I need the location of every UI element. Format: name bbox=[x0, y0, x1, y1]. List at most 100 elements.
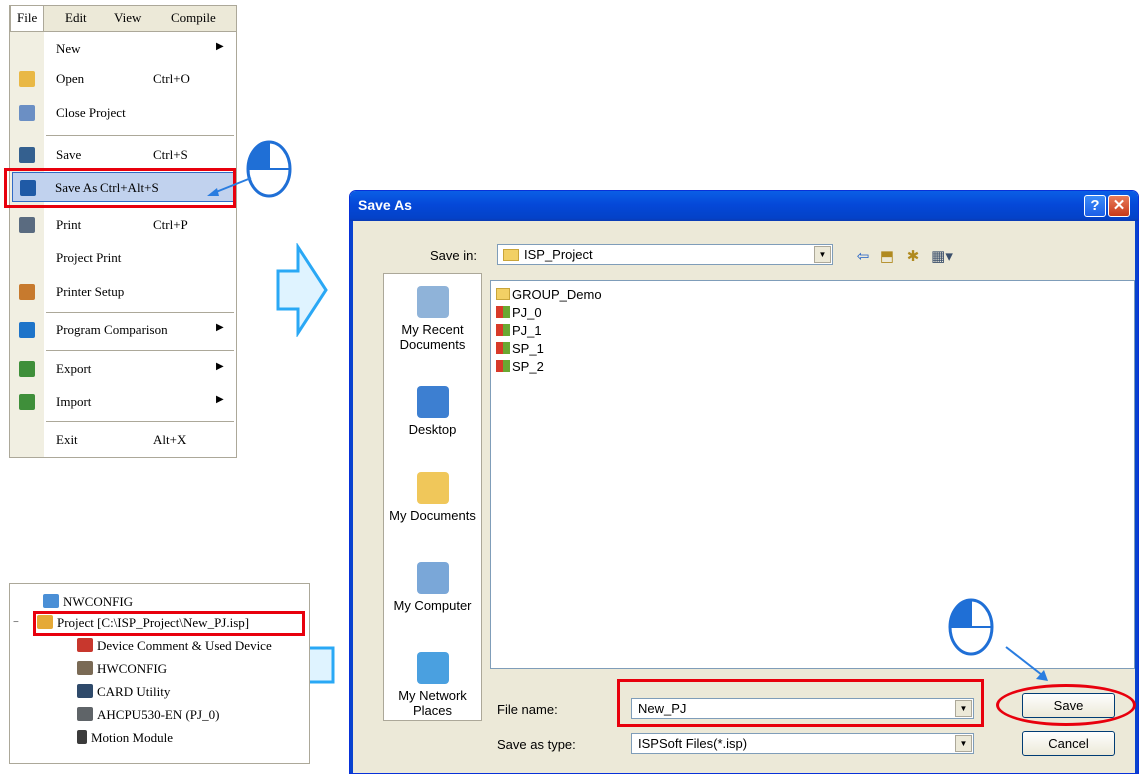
tree-node-motion-module[interactable]: Motion Module bbox=[77, 730, 173, 746]
places-bar: My Recent Documents Desktop My Documents… bbox=[383, 273, 482, 721]
help-button[interactable]: ? bbox=[1084, 195, 1106, 217]
tree-node-device-comment[interactable]: Device Comment & Used Device bbox=[77, 638, 272, 654]
cancel-button[interactable]: Cancel bbox=[1022, 731, 1115, 756]
new-folder-icon[interactable]: ✱ bbox=[903, 248, 923, 266]
menu-item-label: Print bbox=[56, 217, 82, 232]
menu-item-shortcut: Alt+X bbox=[153, 432, 187, 447]
place-my-computer[interactable]: My Computer bbox=[384, 562, 481, 613]
menu-item-open[interactable]: Open Ctrl+O bbox=[10, 64, 236, 94]
place-my-network-places[interactable]: My Network Places bbox=[384, 652, 481, 718]
file-item-project[interactable]: SP_1 bbox=[496, 341, 544, 356]
network-config-icon bbox=[43, 594, 59, 608]
place-desktop[interactable]: Desktop bbox=[384, 386, 481, 437]
file-name-highlight-box bbox=[617, 679, 984, 727]
menu-edit[interactable]: Edit bbox=[65, 10, 87, 26]
card-utility-icon bbox=[77, 684, 93, 698]
project-file-icon bbox=[496, 360, 510, 372]
menu-item-label: Project Print bbox=[56, 250, 122, 265]
file-name: PJ_0 bbox=[512, 305, 542, 320]
menu-item-export[interactable]: Export ▶ bbox=[10, 354, 236, 384]
tree-collapse-toggle[interactable]: − bbox=[13, 617, 19, 628]
submenu-arrow-icon: ▶ bbox=[216, 361, 224, 372]
menu-item-label: Close Project bbox=[56, 105, 126, 120]
place-my-recent-documents[interactable]: My Recent Documents bbox=[384, 286, 481, 352]
menu-item-new[interactable]: New ▶ bbox=[10, 34, 236, 64]
file-item-project[interactable]: PJ_1 bbox=[496, 323, 542, 338]
file-item-project[interactable]: PJ_0 bbox=[496, 305, 542, 320]
file-item-project[interactable]: SP_2 bbox=[496, 359, 544, 374]
place-label: Desktop bbox=[408, 422, 457, 437]
tree-node-nwconfig[interactable]: NWCONFIG bbox=[43, 594, 133, 610]
save-button-highlight-ellipse bbox=[996, 684, 1136, 726]
device-comment-icon bbox=[77, 638, 93, 652]
menu-item-label: Exit bbox=[56, 432, 78, 447]
tree-node-hwconfig[interactable]: HWCONFIG bbox=[77, 661, 167, 677]
menu-item-printer-setup[interactable]: Printer Setup bbox=[10, 277, 236, 307]
save-as-type-dropdown[interactable]: ISPSoft Files(*.isp) ▼ bbox=[631, 733, 974, 754]
chevron-down-icon[interactable]: ▼ bbox=[814, 246, 831, 263]
menu-view[interactable]: View bbox=[114, 10, 141, 26]
folder-icon bbox=[503, 249, 519, 261]
close-project-icon bbox=[19, 105, 35, 121]
motion-module-icon bbox=[77, 730, 87, 744]
printer-setup-icon bbox=[19, 284, 35, 300]
pointer-arrow-icon bbox=[207, 177, 252, 196]
export-icon bbox=[19, 361, 35, 377]
menu-item-label: Printer Setup bbox=[56, 284, 125, 299]
tree-node-label: AHCPU530-EN (PJ_0) bbox=[97, 707, 220, 722]
menu-separator bbox=[46, 350, 234, 351]
menu-separator bbox=[46, 421, 234, 422]
hardware-config-icon bbox=[77, 661, 93, 675]
project-file-icon bbox=[496, 306, 510, 318]
tree-node-card-utility[interactable]: CARD Utility bbox=[77, 684, 170, 700]
file-name: PJ_1 bbox=[512, 323, 542, 338]
menu-file[interactable]: File bbox=[10, 5, 45, 33]
menu-item-exit[interactable]: Exit Alt+X bbox=[10, 425, 236, 455]
flow-arrow-right-icon bbox=[276, 243, 328, 337]
tree-node-cpu[interactable]: AHCPU530-EN (PJ_0) bbox=[77, 707, 219, 723]
menu-item-project-print[interactable]: Project Print bbox=[10, 243, 236, 273]
menu-item-shortcut: Ctrl+P bbox=[153, 217, 188, 232]
submenu-arrow-icon: ▶ bbox=[216, 41, 224, 52]
menu-item-label: Import bbox=[56, 394, 92, 409]
chevron-down-icon[interactable]: ▼ bbox=[955, 735, 972, 752]
save-as-type-label: Save as type: bbox=[497, 737, 576, 752]
submenu-arrow-icon: ▶ bbox=[216, 394, 224, 405]
place-label: My Documents bbox=[389, 508, 476, 523]
menu-item-shortcut: Ctrl+O bbox=[153, 71, 190, 86]
save-as-highlight-box bbox=[4, 168, 236, 208]
folder-icon bbox=[496, 288, 510, 300]
menu-item-close-project[interactable]: Close Project bbox=[10, 98, 236, 128]
my-documents-icon bbox=[416, 472, 449, 504]
save-in-dropdown[interactable]: ISP_Project ▼ bbox=[497, 244, 833, 265]
cpu-icon bbox=[77, 707, 93, 721]
network-places-icon bbox=[416, 652, 449, 684]
import-icon bbox=[19, 394, 35, 410]
place-label: My Computer bbox=[393, 598, 472, 613]
file-name: GROUP_Demo bbox=[512, 287, 602, 302]
menu-item-label: Open bbox=[56, 71, 85, 86]
place-my-documents[interactable]: My Documents bbox=[384, 472, 481, 523]
file-list: GROUP_Demo PJ_0 PJ_1 SP_1 SP_2 bbox=[490, 280, 1135, 669]
place-label-line2: Places bbox=[412, 703, 453, 718]
menu-separator bbox=[46, 312, 234, 313]
menu-compile[interactable]: Compile bbox=[171, 10, 216, 26]
up-folder-icon[interactable]: ⬒ bbox=[877, 248, 897, 266]
project-file-icon bbox=[496, 342, 510, 354]
view-menu-icon[interactable]: ▦▾ bbox=[927, 248, 957, 266]
tree-node-label: CARD Utility bbox=[97, 684, 171, 699]
menu-item-print[interactable]: Print Ctrl+P bbox=[10, 210, 236, 240]
menu-item-program-comparison[interactable]: Program Comparison ▶ bbox=[10, 315, 236, 345]
dialog-title-bar[interactable]: Save As ? ✕ bbox=[350, 191, 1138, 221]
close-button[interactable]: ✕ bbox=[1108, 195, 1130, 217]
dialog-title: Save As bbox=[358, 197, 412, 213]
tree-node-label: Device Comment & Used Device bbox=[97, 638, 272, 653]
menu-item-import[interactable]: Import ▶ bbox=[10, 387, 236, 417]
mouse-click-icon bbox=[948, 598, 994, 656]
file-item-folder[interactable]: GROUP_Demo bbox=[496, 287, 602, 302]
place-label: My Network bbox=[398, 688, 467, 703]
desktop-icon bbox=[416, 386, 449, 418]
menu-item-save[interactable]: Save Ctrl+S bbox=[10, 140, 236, 170]
save-disk-icon bbox=[19, 147, 35, 163]
back-icon[interactable]: ⇦ bbox=[853, 248, 873, 266]
